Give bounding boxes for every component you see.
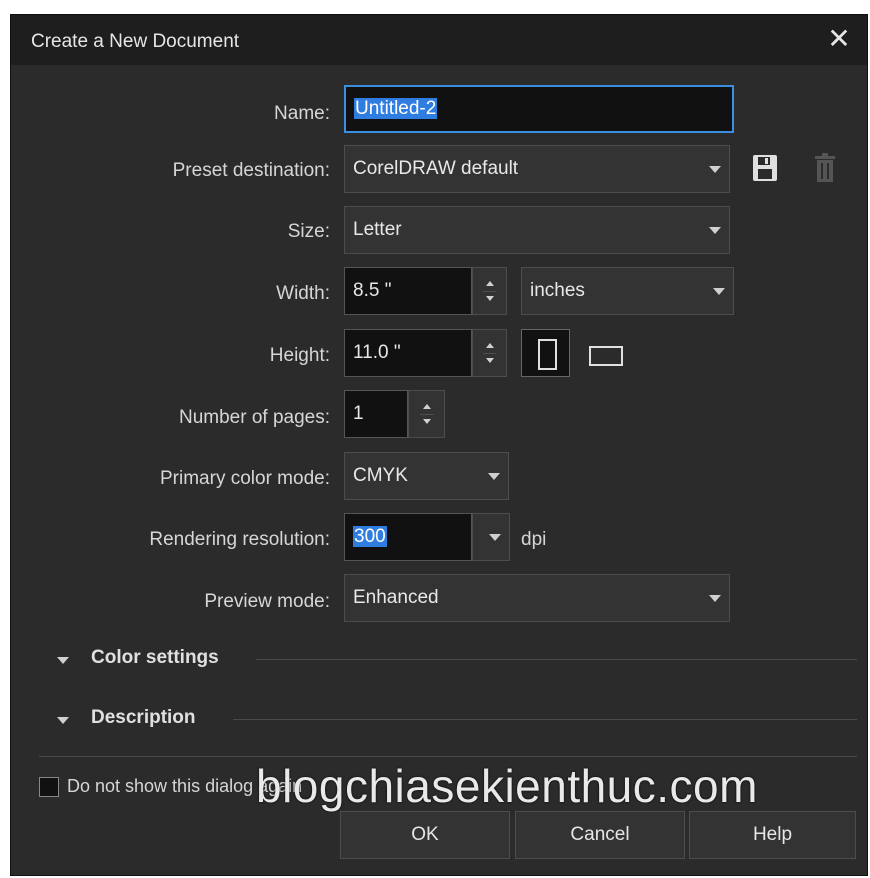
pages-stepper[interactable] [408, 390, 445, 438]
create-document-dialog: Create a New Document ✕ Name: Untitled-2… [10, 14, 868, 876]
size-label: Size: [287, 221, 330, 242]
arrow-down-icon[interactable] [485, 296, 494, 302]
preset-destination-value: CorelDRAW default [353, 158, 519, 179]
resolution-dropdown[interactable] [472, 513, 510, 561]
pages-label: Number of pages: [178, 407, 330, 428]
color-mode-label: Primary color mode: [160, 468, 330, 489]
units-value: inches [530, 280, 585, 301]
divider [233, 719, 857, 720]
divider [39, 756, 857, 757]
divider [256, 659, 857, 660]
width-label: Width: [276, 283, 330, 304]
chevron-down-icon [489, 534, 501, 541]
color-settings-heading[interactable]: Color settings [91, 647, 219, 669]
arrow-down-icon[interactable] [422, 419, 431, 425]
width-input[interactable]: 8.5 " [344, 267, 472, 315]
color-mode-dropdown[interactable]: CMYK [344, 452, 509, 500]
dialog-title: Create a New Document [31, 31, 240, 52]
chevron-down-icon [709, 166, 721, 173]
name-input[interactable]: Untitled-2 [344, 85, 734, 133]
resolution-label: Rendering resolution: [149, 529, 330, 550]
resolution-unit: dpi [521, 529, 547, 550]
chevron-down-icon [713, 288, 725, 295]
close-icon[interactable]: ✕ [821, 21, 857, 57]
arrow-down-icon[interactable] [485, 358, 494, 364]
chevron-down-icon [709, 595, 721, 602]
height-stepper[interactable] [472, 329, 507, 377]
height-input[interactable]: 11.0 " [344, 329, 472, 377]
preview-mode-value: Enhanced [353, 587, 439, 608]
watermark: blogchiasekienthuc.com [256, 760, 758, 812]
pages-value: 1 [353, 403, 364, 424]
preview-mode-dropdown[interactable]: Enhanced [344, 574, 730, 622]
arrow-up-icon[interactable] [422, 403, 431, 409]
ok-button[interactable]: OK [340, 811, 510, 859]
save-preset-icon[interactable] [752, 153, 778, 183]
name-value: Untitled-2 [354, 98, 438, 119]
title-bar: Create a New Document ✕ [11, 15, 867, 65]
landscape-orientation-button[interactable] [589, 346, 623, 366]
arrow-up-icon[interactable] [485, 280, 494, 286]
expand-icon[interactable] [57, 657, 69, 664]
name-label: Name: [274, 103, 330, 124]
dont-show-label: Do not show this dialog again [67, 776, 303, 796]
height-value: 11.0 " [353, 342, 401, 363]
color-mode-value: CMYK [353, 465, 408, 486]
dont-show-checkbox[interactable] [39, 777, 59, 797]
description-heading[interactable]: Description [91, 707, 196, 729]
width-stepper[interactable] [472, 267, 507, 315]
width-value: 8.5 " [353, 280, 392, 301]
chevron-down-icon [488, 473, 500, 480]
pages-input[interactable]: 1 [344, 390, 408, 438]
size-value: Letter [353, 219, 402, 240]
delete-preset-icon[interactable] [813, 152, 837, 184]
units-dropdown[interactable]: inches [521, 267, 734, 315]
preset-destination-dropdown[interactable]: CorelDRAW default [344, 145, 730, 193]
resolution-value: 300 [353, 526, 387, 547]
cancel-button[interactable]: Cancel [515, 811, 685, 859]
portrait-icon [538, 339, 557, 370]
help-button[interactable]: Help [689, 811, 856, 859]
portrait-orientation-button[interactable] [521, 329, 570, 377]
resolution-input[interactable]: 300 [344, 513, 472, 561]
size-dropdown[interactable]: Letter [344, 206, 730, 254]
expand-icon[interactable] [57, 717, 69, 724]
preset-destination-label: Preset destination: [172, 160, 330, 181]
height-label: Height: [269, 345, 330, 366]
chevron-down-icon [709, 227, 721, 234]
arrow-up-icon[interactable] [485, 342, 494, 348]
preview-mode-label: Preview mode: [204, 591, 330, 612]
